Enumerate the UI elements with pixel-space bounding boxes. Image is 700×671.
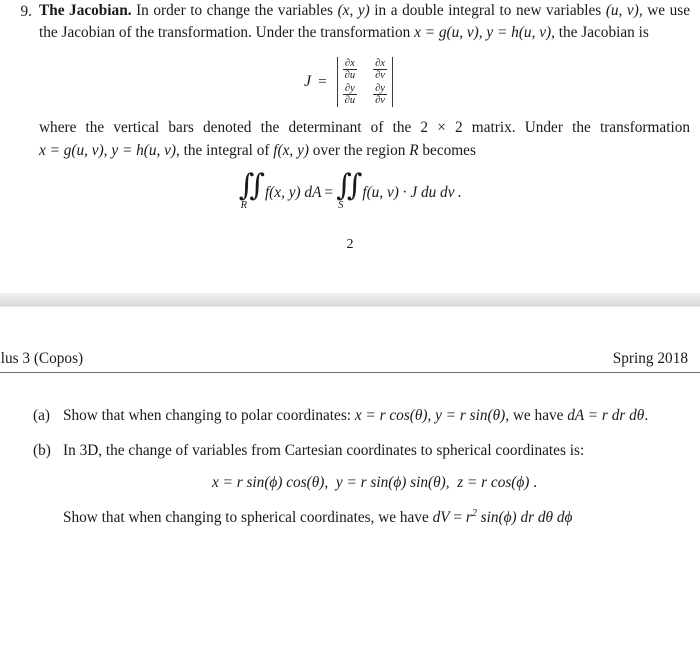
integrand-left: f(x, y) dA	[264, 183, 322, 201]
math-uv: (u, v)	[605, 2, 639, 19]
determinant-matrix: ∂x ∂u ∂x ∂v ∂y ∂u ∂y ∂v	[334, 56, 396, 108]
jacobian-equation: J = ∂x ∂u ∂x ∂v ∂y ∂u ∂y ∂v	[10, 56, 690, 108]
integral-glyph: ∫∫	[238, 168, 265, 204]
math-transform-1: x = g(u, v), y = h(u, v)	[414, 24, 552, 42]
page-one-content: 9. The Jacobian. In order to change the …	[0, 0, 700, 253]
integral-glyph: ∫∫	[336, 168, 362, 204]
integral-equation: ∫∫ R f(x, y) dA = ∫∫ S f(u, v) · J du dv…	[10, 168, 690, 211]
sub-item-label: (a)	[33, 406, 50, 424]
paragraph-body-2: where the vertical bars denoted the dete…	[39, 117, 690, 162]
determinant-right-bar	[391, 56, 393, 108]
double-integral-left: ∫∫ R	[238, 168, 265, 211]
integral-region-label: S	[338, 199, 344, 211]
item-a-text-1: Show that when changing to polar coordin…	[63, 406, 355, 424]
denominator: ∂u	[344, 94, 356, 106]
math-dV-equals: =	[449, 508, 466, 526]
paragraph2-text-3: over the region	[308, 141, 410, 159]
sub-item-body: Show that when changing to polar coordin…	[63, 405, 686, 427]
item-number-spacer	[10, 117, 39, 118]
integral-period: .	[457, 183, 462, 201]
math-fxy: f(x, y)	[273, 141, 309, 159]
integral-region-label: R	[240, 199, 248, 211]
item-b-closing-line: Show that when changing to spherical coo…	[63, 507, 686, 529]
jacobian-equals: =	[318, 73, 327, 90]
item-body: The Jacobian. In order to change the var…	[39, 0, 690, 45]
denominator: ∂u	[344, 70, 356, 82]
math-xy: (x, y)	[337, 2, 370, 19]
spherical-z: z = r cos(ϕ)	[457, 473, 530, 491]
spherical-coordinates-equation: x = r sin(ϕ) cos(θ), y = r sin(ϕ) sin(θ)…	[63, 472, 686, 494]
item-b-text-1: In 3D, the change of variables from Cart…	[63, 442, 585, 460]
paragraph-text-2: in a double integral to new variables	[369, 2, 606, 19]
jacobian-expression: J = ∂x ∂u ∂x ∂v ∂y ∂u ∂y ∂v	[304, 56, 396, 108]
math-region-R: R	[409, 141, 419, 159]
item-a-math-polar: x = r cos(θ), y = r sin(θ)	[354, 406, 506, 424]
header-divider	[0, 371, 700, 373]
page-separator	[0, 292, 700, 307]
integral-equals: =	[324, 183, 334, 201]
numerator: ∂y	[342, 82, 357, 95]
denominator: ∂v	[375, 70, 385, 82]
partial-dy-dv: ∂y ∂v	[373, 83, 387, 107]
paragraph2-text-2: , the integral of	[176, 141, 274, 159]
page-number: 2	[346, 236, 354, 252]
item-a-text-3: .	[644, 406, 649, 424]
document-page: 9. The Jacobian. In order to change the …	[0, 0, 700, 530]
paragraph2-text-1: where the vertical bars denoted the dete…	[39, 119, 690, 137]
spherical-period: .	[533, 473, 538, 491]
math-dV: dV	[432, 508, 450, 526]
paragraph-text-1: In order to change the variables	[131, 2, 338, 19]
header-course-title: lculus 3 (Copos)	[0, 349, 84, 367]
integral-expression: ∫∫ R f(x, y) dA = ∫∫ S f(u, v) · J du dv…	[238, 168, 462, 211]
item-a-math-dA: dA = r dr dθ	[567, 406, 645, 424]
denominator: ∂v	[375, 94, 385, 106]
paragraph-text-4: , the Jacobian is	[551, 24, 649, 42]
integrand-right: f(u, v) · J du dv	[362, 183, 455, 201]
item-b-closing-text: Show that when changing to spherical coo…	[63, 508, 433, 526]
determinant-left-bar	[336, 56, 338, 108]
numbered-item-9: 9. The Jacobian. In order to change the …	[10, 0, 690, 45]
partial-dy-du: ∂y ∂u	[342, 82, 357, 107]
paragraph-item-2: where the vertical bars denoted the dete…	[10, 117, 690, 162]
sub-item-b: (b) In 3D, the change of variables from …	[0, 440, 686, 529]
item-number: 9.	[20, 3, 32, 20]
math-dV-rest: sin(ϕ) dr dθ dϕ	[476, 508, 573, 526]
partial-dx-du: ∂x ∂u	[342, 57, 357, 82]
sub-question-list: (a) Show that when changing to polar coo…	[0, 405, 700, 529]
partial-dx-dv: ∂x ∂v	[373, 58, 387, 82]
jacobian-symbol: J	[304, 73, 312, 91]
sub-item-body: In 3D, the change of variables from Cart…	[63, 440, 686, 529]
spherical-x: x = r sin(ϕ) cos(θ),	[211, 473, 329, 491]
sub-item-label: (b)	[33, 442, 51, 460]
spherical-y: y = r sin(ϕ) sin(θ),	[335, 473, 450, 491]
paragraph2-text-4: becomes	[418, 141, 476, 159]
math-transform-2: x = g(u, v), y = h(u, v)	[39, 141, 177, 159]
numerator: ∂x	[373, 57, 387, 71]
item-a-text-2: , we have	[505, 406, 568, 424]
numerator: ∂x	[342, 57, 357, 71]
numerator: ∂y	[373, 82, 387, 95]
document-header: lculus 3 (Copos) Spring 2018	[0, 350, 700, 368]
header-term: Spring 2018	[612, 349, 688, 367]
matrix-grid: ∂x ∂u ∂x ∂v ∂y ∂u ∂y ∂v	[341, 57, 389, 107]
item-title: The Jacobian.	[39, 2, 132, 19]
page-two-content: lculus 3 (Copos) Spring 2018 (a) Show th…	[0, 307, 700, 529]
sub-item-a: (a) Show that when changing to polar coo…	[0, 405, 686, 427]
double-integral-right: ∫∫ S	[336, 168, 362, 211]
